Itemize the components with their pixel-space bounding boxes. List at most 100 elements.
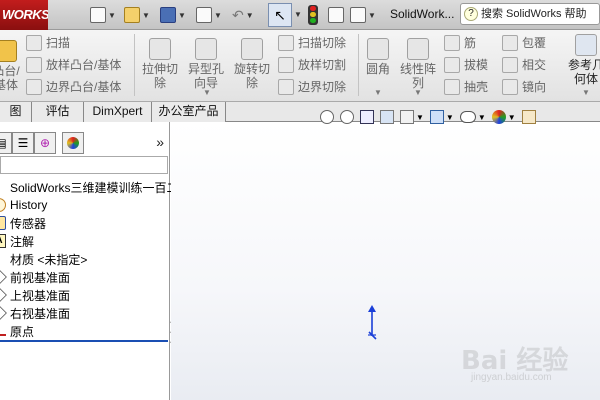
tree-item-history[interactable]: History	[0, 196, 170, 214]
sweep-label: 扫描	[46, 36, 71, 50]
tree-item-label: 上视基准面	[10, 288, 71, 303]
chevron-down-icon[interactable]: ▼	[414, 88, 422, 97]
rebuild-icon[interactable]	[308, 5, 318, 25]
mirror-button[interactable]: 镜向	[502, 78, 546, 95]
boundary-boss-icon	[26, 78, 42, 95]
chevron-down-icon[interactable]: ▼	[374, 88, 382, 97]
tree-item-label: 前视基准面	[10, 270, 71, 285]
chevron-down-icon[interactable]: ▼	[214, 11, 222, 20]
display-manager-tab[interactable]	[62, 132, 84, 154]
quick-access-print[interactable]: ▼	[196, 4, 228, 26]
rib-button[interactable]: 筋	[444, 34, 476, 51]
view-orientation-icon[interactable]	[400, 110, 414, 124]
loft-icon	[26, 56, 42, 73]
mirror-icon	[502, 78, 518, 95]
appearance-ball-icon	[67, 137, 79, 149]
select-pointer-button[interactable]: ↖	[268, 3, 292, 27]
open-folder-icon	[124, 7, 140, 23]
chevron-down-icon[interactable]: ▼	[582, 88, 590, 97]
chevron-down-icon[interactable]: ▼	[178, 11, 186, 20]
quick-access-save[interactable]: ▼	[160, 4, 192, 26]
configuration-manager-tab[interactable]: ⊕	[34, 132, 56, 154]
extruded-cut-button[interactable]: 拉伸切除	[140, 38, 180, 90]
chevron-down-icon[interactable]: ▼	[108, 11, 116, 20]
tree-item-part[interactable]: SolidWorks三维建模训练一百二	[0, 178, 178, 196]
swept-cut-button[interactable]: 扫描切除	[278, 34, 346, 51]
shell-button[interactable]: 抽壳	[444, 78, 488, 95]
file-properties-button[interactable]	[328, 4, 346, 26]
chevron-down-icon[interactable]: ▼	[508, 113, 516, 122]
tree-filter-input[interactable]	[0, 156, 168, 174]
boundary-boss-button[interactable]: 边界凸台/基体	[26, 78, 121, 95]
new-document-icon	[90, 7, 106, 23]
quick-access-undo[interactable]: ↶ ▼	[232, 4, 260, 26]
quick-access-open[interactable]: ▼	[124, 4, 156, 26]
tree-item-annotations[interactable]: A 注解	[0, 232, 170, 250]
tree-item-sensors[interactable]: 传感器	[0, 214, 170, 232]
ribbon-separator	[134, 34, 135, 96]
wrap-icon	[502, 34, 518, 51]
chevron-down-icon[interactable]: ▼	[368, 11, 376, 20]
hole-wizard-button[interactable]: 异型孔向导	[186, 38, 226, 90]
tree-item-material[interactable]: 材质 <未指定>	[0, 250, 170, 268]
rollback-bar[interactable]	[0, 340, 168, 342]
expand-chevron-icon[interactable]: »	[156, 134, 164, 150]
linear-pattern-icon	[407, 38, 429, 60]
intersect-button[interactable]: 相交	[502, 56, 546, 73]
extruded-boss-button[interactable]: 凸台/基体	[0, 40, 20, 92]
display-style-icon[interactable]	[429, 110, 444, 124]
chevron-down-icon[interactable]: ▼	[142, 11, 150, 20]
property-manager-icon: ☰	[17, 136, 29, 150]
fillet-label: 圆角	[365, 62, 390, 76]
swept-cut-icon	[278, 34, 294, 51]
title-bar: WORKS ▼ ▼ ▼ ▼ ↶ ▼ ↖ ▼ ▼ SolidWork... ? 搜索…	[0, 0, 600, 30]
chevron-down-icon[interactable]: ▼	[478, 113, 486, 122]
section-view-icon[interactable]	[380, 110, 394, 124]
chevron-down-icon[interactable]: ▼	[294, 10, 302, 19]
chevron-down-icon[interactable]: ▼	[246, 11, 254, 20]
wrap-button[interactable]: 包覆	[502, 34, 546, 51]
revolved-cut-icon	[241, 38, 263, 60]
feature-manager-tab[interactable]: ▤	[0, 132, 12, 154]
part-icon	[0, 180, 6, 194]
tab-sketch[interactable]: 图	[0, 102, 32, 122]
reference-geometry-button[interactable]: 参考几何体	[566, 34, 600, 86]
graphics-area[interactable]: Bai 经验 jingyan.baidu.com	[171, 122, 600, 400]
quick-access-new[interactable]: ▼	[90, 4, 122, 26]
draft-button[interactable]: 拔模	[444, 56, 488, 73]
zoom-to-area-icon[interactable]	[340, 110, 354, 124]
fillet-button[interactable]: 圆角	[362, 38, 394, 76]
hide-show-items-icon[interactable]	[459, 111, 476, 123]
loft-button[interactable]: 放样凸台/基体	[26, 56, 121, 73]
panel-tabs: ▤ ☰ ⊕ »	[0, 132, 170, 154]
tab-dimxpert[interactable]: DimXpert	[84, 102, 152, 122]
boundary-cut-button[interactable]: 边界切除	[278, 78, 346, 95]
help-search-box[interactable]: ? 搜索 SolidWorks 帮助	[460, 3, 600, 25]
property-manager-tab[interactable]: ☰	[12, 132, 34, 154]
configuration-icon: ⊕	[39, 136, 51, 150]
edit-appearance-icon[interactable]	[491, 110, 506, 124]
lofted-cut-button[interactable]: 放样切割	[278, 56, 346, 73]
save-icon	[160, 7, 176, 23]
zoom-to-fit-icon[interactable]	[320, 110, 334, 124]
extruded-cut-icon	[149, 38, 171, 60]
chevron-down-icon[interactable]: ▼	[416, 113, 424, 122]
tree-item-right-plane[interactable]: 右视基准面	[0, 304, 170, 322]
apply-scene-icon[interactable]	[521, 110, 536, 124]
revolved-cut-button[interactable]: 旋转切除	[232, 38, 272, 90]
tab-office-products[interactable]: 办公室产品	[152, 102, 226, 122]
tree-item-origin[interactable]: 原点	[0, 322, 170, 340]
y-axis-arrow	[368, 305, 376, 312]
origin-icon	[0, 324, 6, 338]
previous-view-icon[interactable]	[360, 110, 374, 124]
linear-pattern-button[interactable]: 线性阵列	[398, 38, 438, 90]
feature-manager-panel: ▤ ☰ ⊕ » SolidWorks三维建模训练一百二 History 传感器 …	[0, 122, 178, 400]
intersect-icon	[502, 56, 518, 73]
tab-evaluate[interactable]: 评估	[32, 102, 84, 122]
chevron-down-icon[interactable]: ▼	[446, 113, 454, 122]
chevron-down-icon[interactable]: ▼	[203, 88, 211, 97]
options-button[interactable]: ▼	[350, 4, 382, 26]
sweep-button[interactable]: 扫描	[26, 34, 70, 51]
tree-item-front-plane[interactable]: 前视基准面	[0, 268, 170, 286]
tree-item-top-plane[interactable]: 上视基准面	[0, 286, 170, 304]
